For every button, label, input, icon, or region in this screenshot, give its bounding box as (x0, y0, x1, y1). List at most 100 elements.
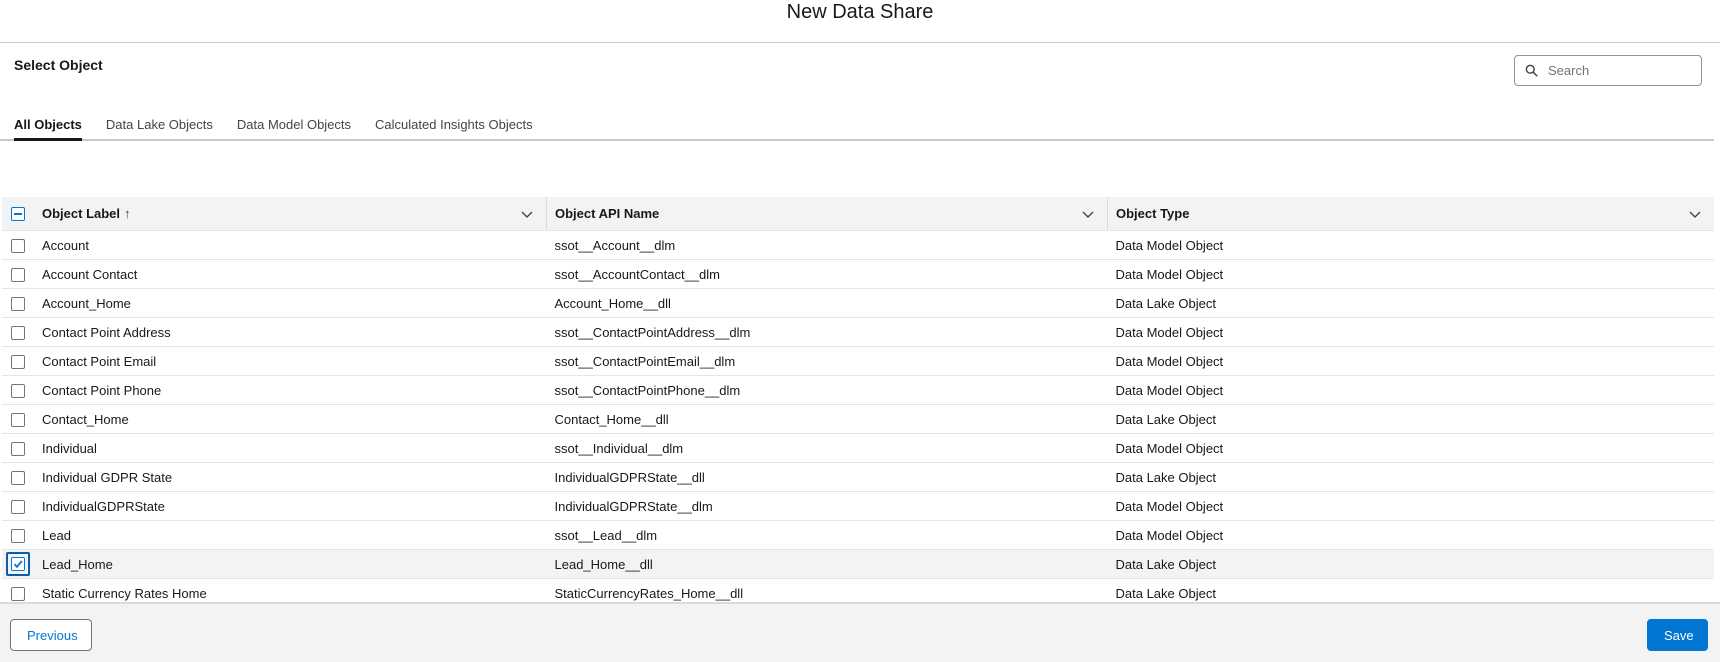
object-api-name-cell: ssot__Individual__dlm (546, 433, 1108, 463)
table-row[interactable]: Contact Point Address ssot__ContactPointA… (2, 317, 1714, 347)
object-label-cell: Individual (34, 433, 547, 463)
table-row[interactable]: Contact Point Phone ssot__ContactPointPho… (2, 375, 1714, 405)
table-row[interactable]: Account_Home Account_Home__dll Data Lake O… (2, 288, 1714, 318)
row-checkbox[interactable] (11, 412, 25, 427)
object-api-name-cell: Account_Home__dll (546, 288, 1108, 318)
objects-table: Object Label ↑ Object API Name Object Typ… (2, 197, 1714, 637)
object-label-cell: Account Contact (34, 259, 547, 289)
row-checkbox[interactable] (11, 557, 25, 571)
select-all-header (2, 197, 34, 231)
row-checkbox[interactable] (11, 325, 25, 340)
object-label-cell: Contact Point Phone (34, 375, 547, 405)
tab-data-lake-objects[interactable]: Data Lake Objects (106, 105, 213, 139)
modal-footer: Previous Save (0, 602, 1720, 662)
sort-ascending-icon: ↑ (124, 206, 131, 221)
row-select-cell (2, 433, 34, 463)
row-checkbox[interactable] (11, 528, 25, 543)
object-api-name-cell: ssot__ContactPointAddress__dlm (546, 317, 1108, 347)
object-api-name-cell: ssot__Account__dlm (546, 230, 1108, 260)
object-api-name-cell: ssot__ContactPointEmail__dlm (546, 346, 1108, 376)
row-select-cell (2, 520, 34, 550)
search-box[interactable] (1514, 55, 1702, 86)
chevron-down-icon[interactable] (520, 207, 534, 221)
row-select-cell (2, 549, 34, 579)
object-api-name-cell: ssot__AccountContact__dlm (546, 259, 1108, 289)
object-api-header-text: Object API Name (555, 206, 660, 221)
row-checkbox[interactable] (11, 354, 25, 369)
row-checkbox[interactable] (11, 296, 25, 311)
modal-body: Select Object All Objects Data Lake Objec… (0, 43, 1720, 637)
object-label-cell: Contact Point Address (34, 317, 547, 347)
previous-button[interactable]: Previous (10, 619, 92, 651)
object-label-cell: Contact Point Email (34, 346, 547, 376)
table-row[interactable]: Lead_Home Lead_Home__dll Data Lake Object (2, 549, 1714, 579)
table-row[interactable]: Contact_Home Contact_Home__dll Data Lake O… (2, 404, 1714, 434)
modal-header: New Data Share (0, 0, 1720, 43)
object-label-cell: Lead (34, 520, 547, 550)
object-api-name-cell: IndividualGDPRState__dlm (546, 491, 1108, 521)
object-api-name-cell: IndividualGDPRState__dll (546, 462, 1108, 492)
table-row[interactable]: Individual ssot__Individual__dlm Data Mode… (2, 433, 1714, 463)
object-type-cell: Data Lake Object (1107, 549, 1714, 579)
column-header-object-api-name[interactable]: Object API Name (546, 197, 1108, 231)
object-label-cell: Account_Home (34, 288, 547, 318)
checkbox-focus-ring (6, 552, 30, 576)
table-row[interactable]: Contact Point Email ssot__ContactPointEma… (2, 346, 1714, 376)
object-api-name-cell: ssot__Lead__dlm (546, 520, 1108, 550)
row-select-cell (2, 404, 34, 434)
object-type-cell: Data Model Object (1107, 317, 1714, 347)
save-button[interactable]: Save (1647, 619, 1708, 651)
object-type-cell: Data Model Object (1107, 346, 1714, 376)
select-all-checkbox[interactable] (11, 207, 25, 222)
table-row[interactable]: IndividualGDPRState IndividualGDPRState__… (2, 491, 1714, 521)
row-select-cell (2, 288, 34, 318)
row-checkbox[interactable] (11, 267, 25, 282)
row-checkbox[interactable] (11, 441, 25, 456)
object-tabs: All Objects Data Lake Objects Data Model O… (0, 105, 1714, 141)
tab-data-model-objects[interactable]: Data Model Objects (237, 105, 351, 139)
object-label-cell: Contact_Home (34, 404, 547, 434)
object-label-header-text: Object Label (42, 206, 121, 221)
object-type-cell: Data Lake Object (1107, 288, 1714, 318)
column-header-object-type[interactable]: Object Type (1107, 197, 1714, 231)
table-row[interactable]: Account ssot__Account__dlm Data Model Obje… (2, 230, 1714, 260)
row-select-cell (2, 462, 34, 492)
tab-calculated-insights-objects[interactable]: Calculated Insights Objects (375, 105, 533, 139)
table-row[interactable]: Lead ssot__Lead__dlm Data Model Object (2, 520, 1714, 550)
object-label-cell: Individual GDPR State (34, 462, 547, 492)
section-title: Select Object (14, 57, 103, 73)
search-icon (1525, 64, 1538, 77)
chevron-down-icon[interactable] (1081, 207, 1095, 221)
object-type-cell: Data Lake Object (1107, 462, 1714, 492)
object-type-header-text: Object Type (1116, 206, 1190, 221)
object-api-name-cell: Lead_Home__dll (546, 549, 1108, 579)
table-header-row: Object Label ↑ Object API Name Object Typ… (2, 197, 1714, 231)
object-label-cell: Account (34, 230, 547, 260)
table-row[interactable]: Individual GDPR State IndividualGDPRState… (2, 462, 1714, 492)
object-type-cell: Data Lake Object (1107, 404, 1714, 434)
object-type-cell: Data Model Object (1107, 433, 1714, 463)
row-checkbox[interactable] (11, 238, 25, 253)
column-header-object-label[interactable]: Object Label ↑ (34, 197, 547, 231)
row-checkbox[interactable] (11, 499, 25, 514)
chevron-down-icon[interactable] (1688, 207, 1702, 221)
table-body: Account ssot__Account__dlm Data Model Obje… (2, 230, 1714, 637)
object-api-name-cell: Contact_Home__dll (546, 404, 1108, 434)
checkmark-icon (13, 560, 23, 569)
object-api-name-cell: ssot__ContactPointPhone__dlm (546, 375, 1108, 405)
row-select-cell (2, 491, 34, 521)
row-select-cell (2, 317, 34, 347)
object-type-cell: Data Model Object (1107, 230, 1714, 260)
object-label-cell: IndividualGDPRState (34, 491, 547, 521)
row-checkbox[interactable] (11, 383, 25, 398)
row-select-cell (2, 230, 34, 260)
tab-all-objects[interactable]: All Objects (14, 105, 82, 141)
row-checkbox[interactable] (11, 586, 25, 601)
row-checkbox[interactable] (11, 470, 25, 485)
row-select-cell (2, 259, 34, 289)
row-select-cell (2, 375, 34, 405)
object-type-cell: Data Model Object (1107, 375, 1714, 405)
modal-title: New Data Share (786, 0, 934, 23)
search-input[interactable] (1546, 62, 1700, 79)
table-row[interactable]: Account Contact ssot__AccountContact__dlm… (2, 259, 1714, 289)
